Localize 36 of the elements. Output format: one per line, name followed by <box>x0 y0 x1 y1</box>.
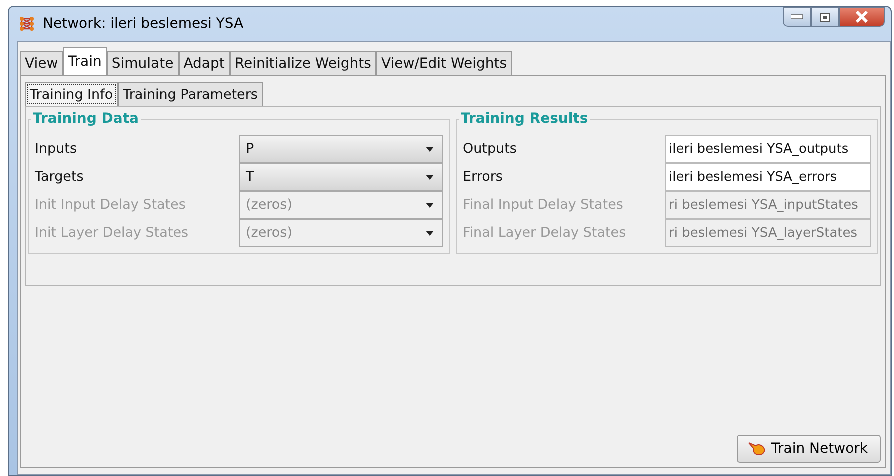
input-field[interactable]: ileri beslemesi YSA_outputs <box>665 135 871 163</box>
flame-icon <box>748 442 766 456</box>
field-label: Final Input Delay States <box>463 197 624 213</box>
dropdown[interactable]: P <box>239 135 443 163</box>
network-icon <box>19 16 35 32</box>
tab[interactable]: View/Edit Weights <box>376 51 512 75</box>
field-label: Outputs <box>463 141 518 157</box>
caret-icon <box>426 202 434 208</box>
caret-icon <box>426 174 434 180</box>
train-network-button[interactable]: Train Network <box>736 435 881 463</box>
field-label: Inputs <box>35 141 78 157</box>
field-label: Final Layer Delay States <box>463 225 628 241</box>
close-icon <box>855 11 869 23</box>
tab[interactable]: Simulate <box>106 51 179 75</box>
field-label: Targets <box>35 169 85 185</box>
group-title: Training Data <box>32 111 140 127</box>
dropdown[interactable]: T <box>239 163 443 191</box>
field-label: Init Input Delay States <box>35 197 187 213</box>
caret-icon <box>426 146 434 152</box>
close-button[interactable] <box>839 7 885 27</box>
tab[interactable]: Adapt <box>178 51 230 75</box>
group-title: Training Results <box>460 111 590 127</box>
tab[interactable]: Training Info <box>25 82 118 106</box>
caret-icon <box>426 230 434 236</box>
maximize-button[interactable] <box>811 7 839 27</box>
tab[interactable]: Training Parameters <box>118 82 263 106</box>
minimize-icon <box>791 14 803 20</box>
tab[interactable]: Train <box>63 47 107 75</box>
maximize-icon <box>820 12 830 22</box>
tab[interactable]: Reinitialize Weights <box>230 51 376 75</box>
minimize-button[interactable] <box>783 7 811 27</box>
input-field[interactable]: ileri beslemesi YSA_errors <box>665 163 871 191</box>
field-label: Init Layer Delay States <box>35 225 190 241</box>
field-label: Errors <box>463 169 504 185</box>
window-title: Network: ileri beslemesi YSA <box>43 16 244 32</box>
tab[interactable]: View <box>20 51 64 75</box>
